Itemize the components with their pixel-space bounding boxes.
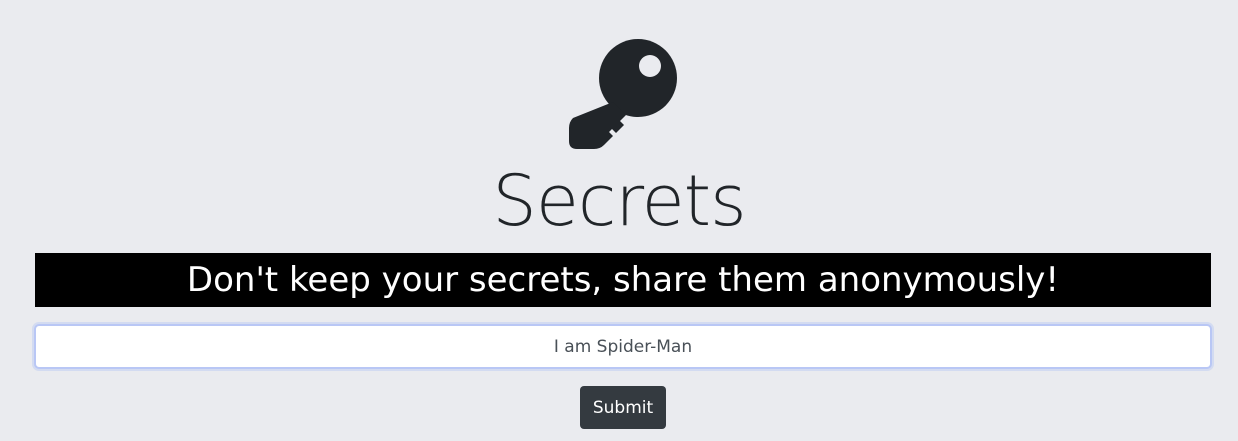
secrets-page: Secrets Don't keep your secrets, share t… (0, 0, 1238, 441)
key-icon (568, 38, 680, 150)
tagline-text: Don't keep your secrets, share them anon… (186, 260, 1060, 300)
page-title: Secrets (492, 160, 746, 242)
tagline-banner: Don't keep your secrets, share them anon… (35, 253, 1211, 307)
submit-button[interactable]: Submit (580, 386, 666, 429)
secret-input[interactable] (34, 324, 1212, 369)
